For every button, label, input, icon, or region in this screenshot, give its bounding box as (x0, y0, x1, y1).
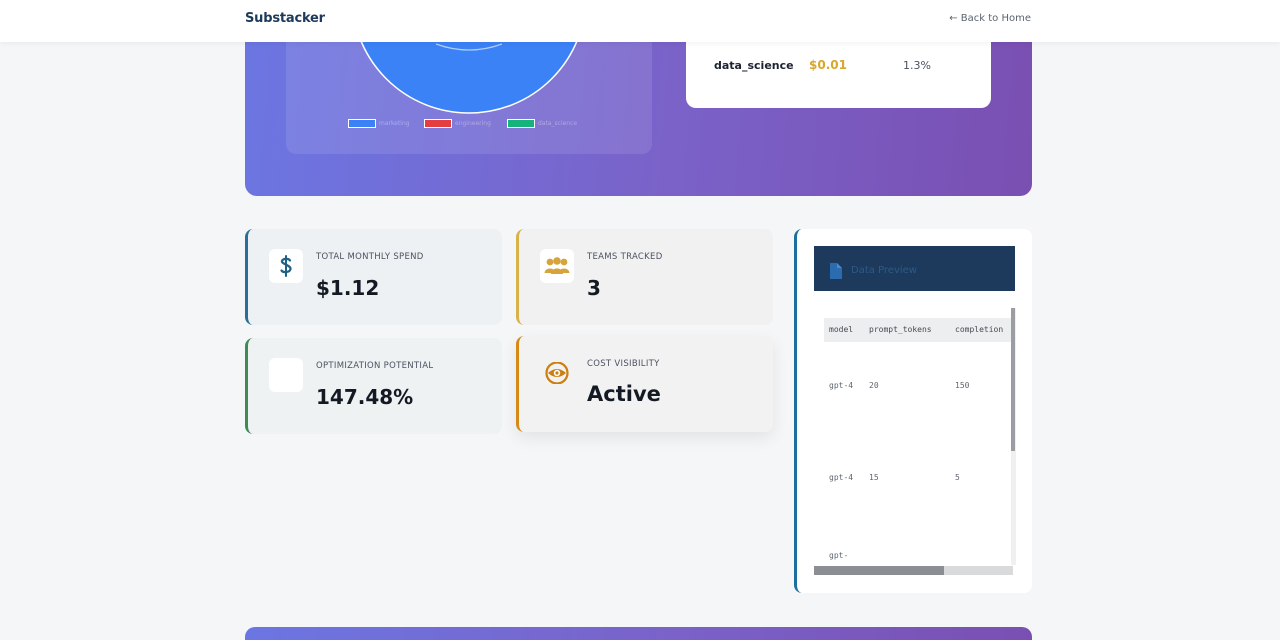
data-preview-card: Data Preview model prompt_tokens complet… (794, 229, 1032, 593)
stat-value: Active (587, 382, 661, 406)
legend-label: data_science (538, 120, 578, 127)
users-icon (540, 249, 574, 283)
data-preview-header: Data Preview (814, 246, 1015, 291)
legend-swatch-engineering (424, 119, 452, 128)
chart-icon (269, 358, 303, 392)
column-header[interactable]: model (829, 325, 853, 334)
stat-card-total-spend: TOTAL MONTHLY SPEND $1.12 (245, 229, 502, 325)
team-share: 1.3% (903, 59, 931, 72)
stat-value: 3 (587, 276, 601, 300)
stat-value: $1.12 (316, 276, 380, 300)
data-preview-table[interactable]: model prompt_tokens completion gpt-4 20 … (824, 308, 1013, 565)
table-header-row: model prompt_tokens completion (824, 318, 1013, 342)
stat-label: TEAMS TRACKED (587, 252, 663, 262)
stat-label: TOTAL MONTHLY SPEND (316, 252, 424, 262)
legend-swatch-data-science (507, 119, 535, 128)
table-row: data_science $0.01 1.3% (714, 58, 974, 75)
team-name: data_science (714, 59, 794, 72)
table-cell: 150 (955, 381, 970, 390)
brand-logo[interactable]: Substacker (245, 11, 325, 26)
column-header[interactable]: completion (955, 325, 1003, 334)
stat-label: OPTIMIZATION POTENTIAL (316, 361, 434, 371)
legend-label: marketing (379, 120, 410, 127)
file-icon (830, 263, 842, 279)
horizontal-scrollbar-thumb[interactable] (814, 566, 944, 575)
table-cell: 5 (955, 473, 960, 482)
table-cell: gpt-4 (829, 473, 854, 482)
dollar-icon (269, 249, 303, 283)
table-cell: gpt-4 (829, 381, 854, 390)
stat-card-cost-visibility: COST VISIBILITY Active (516, 336, 773, 432)
stat-value: 147.48% (316, 385, 414, 409)
stat-card-optimization: OPTIMIZATION POTENTIAL 147.48% (245, 338, 502, 434)
stat-card-teams-tracked: TEAMS TRACKED 3 (516, 229, 773, 325)
data-preview-title: Data Preview (851, 265, 917, 276)
column-header[interactable]: prompt_tokens (869, 325, 932, 334)
table-cell: gpt- (829, 551, 849, 560)
next-section-banner (245, 627, 1032, 640)
legend-swatch-marketing (348, 119, 376, 128)
vertical-scrollbar-thumb[interactable] (1011, 308, 1015, 451)
eye-icon (540, 356, 574, 390)
back-to-home-link[interactable]: ← Back to Home (949, 13, 1031, 24)
table-cell: 20 (869, 381, 879, 390)
legend-label: engineering (455, 120, 491, 127)
table-cell: 15 (869, 473, 879, 482)
stat-label: COST VISIBILITY (587, 359, 660, 369)
team-cost: $0.01 (809, 58, 847, 72)
top-navbar: Substacker ← Back to Home (0, 0, 1280, 42)
